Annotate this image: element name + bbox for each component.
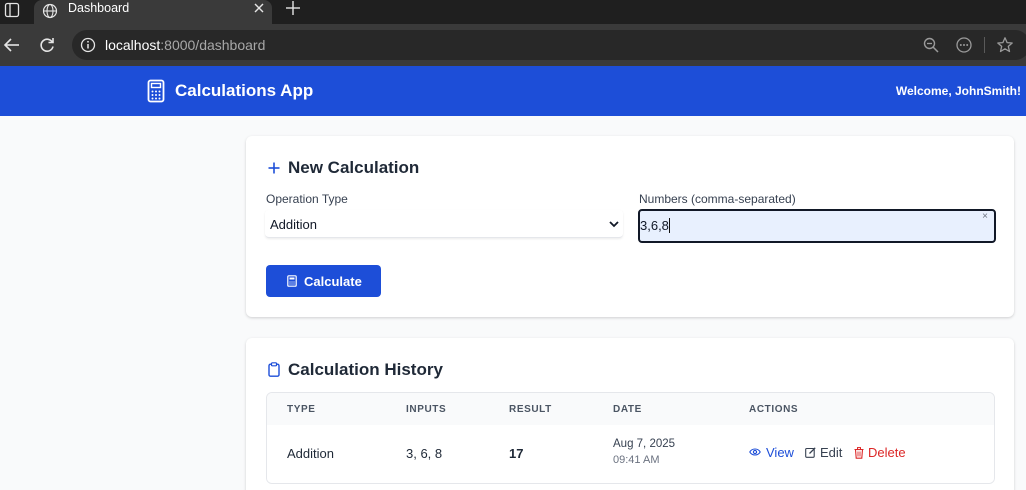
history-table: TYPE INPUTS RESULT DATE ACTIONS Addition… bbox=[266, 392, 995, 484]
plus-icon bbox=[268, 162, 280, 174]
new-calculation-card: New Calculation Operation Type Addition … bbox=[246, 136, 1014, 317]
back-icon[interactable] bbox=[3, 36, 21, 54]
edit-label: Edit bbox=[820, 445, 843, 460]
clipboard-icon bbox=[268, 362, 280, 377]
edit-icon bbox=[805, 447, 816, 458]
numbers-label: Numbers (comma-separated) bbox=[639, 192, 796, 206]
table-header: TYPE INPUTS RESULT DATE ACTIONS bbox=[267, 393, 994, 425]
new-tab-icon[interactable] bbox=[285, 0, 301, 16]
numbers-input-value: 3,6,8 bbox=[640, 218, 670, 233]
calculator-icon bbox=[287, 275, 297, 287]
more-options-icon[interactable] bbox=[955, 36, 973, 54]
calculate-button-label: Calculate bbox=[304, 274, 362, 289]
operation-type-label: Operation Type bbox=[266, 192, 348, 206]
row-date: Aug 7, 2025 bbox=[613, 438, 676, 450]
column-header-inputs: INPUTS bbox=[406, 404, 447, 415]
browser-tab-bar: Dashboard bbox=[0, 0, 1026, 24]
eye-icon bbox=[749, 448, 761, 456]
operation-type-select[interactable]: Addition bbox=[265, 210, 623, 238]
numbers-input[interactable]: 3,6,8 × bbox=[638, 209, 996, 243]
column-header-result: RESULT bbox=[509, 404, 552, 415]
column-header-date: DATE bbox=[613, 404, 642, 415]
row-time: 09:41 AM bbox=[613, 454, 660, 466]
row-result: 17 bbox=[509, 446, 524, 461]
address-bar[interactable]: localhost:8000/dashboard bbox=[72, 30, 1026, 60]
view-button[interactable]: View bbox=[749, 445, 797, 461]
toolbar-divider bbox=[984, 37, 985, 53]
calculation-history-card: Calculation History TYPE INPUTS RESULT D… bbox=[246, 338, 1014, 490]
calculator-icon bbox=[147, 79, 165, 103]
column-header-actions: ACTIONS bbox=[749, 404, 799, 415]
star-icon[interactable] bbox=[996, 36, 1014, 54]
clear-input-icon[interactable]: × bbox=[982, 212, 988, 222]
delete-button[interactable]: Delete bbox=[854, 445, 914, 461]
row-type: Addition bbox=[287, 446, 334, 461]
browser-tab[interactable]: Dashboard bbox=[34, 0, 272, 24]
tab-title: Dashboard bbox=[68, 1, 130, 15]
new-calculation-title: New Calculation bbox=[288, 158, 420, 177]
sidebar-toggle-icon[interactable] bbox=[4, 2, 20, 18]
row-inputs: 3, 6, 8 bbox=[406, 446, 443, 461]
zoom-icon[interactable] bbox=[922, 36, 940, 54]
calculation-history-title: Calculation History bbox=[288, 360, 443, 379]
column-header-type: TYPE bbox=[287, 404, 316, 415]
calculate-button[interactable]: Calculate bbox=[266, 265, 381, 297]
url-text: localhost:8000/dashboard bbox=[105, 37, 266, 53]
close-icon[interactable] bbox=[252, 1, 266, 15]
welcome-message: Welcome, JohnSmith! bbox=[895, 84, 1021, 98]
browser-toolbar: localhost:8000/dashboard bbox=[0, 24, 1026, 66]
reload-icon[interactable] bbox=[38, 36, 56, 54]
site-info-icon[interactable] bbox=[80, 37, 96, 53]
trash-icon bbox=[854, 447, 864, 459]
operation-type-value: Addition bbox=[270, 217, 317, 232]
globe-icon bbox=[42, 3, 58, 19]
view-label: View bbox=[766, 445, 794, 460]
edit-button[interactable]: Edit bbox=[805, 445, 847, 461]
app-header: Calculations App Welcome, JohnSmith! bbox=[0, 66, 1026, 116]
chevron-down-icon bbox=[609, 221, 619, 228]
table-row: Addition 3, 6, 8 17 Aug 7, 2025 09:41 AM… bbox=[267, 425, 994, 483]
app-title[interactable]: Calculations App bbox=[175, 81, 313, 101]
delete-label: Delete bbox=[868, 445, 906, 460]
